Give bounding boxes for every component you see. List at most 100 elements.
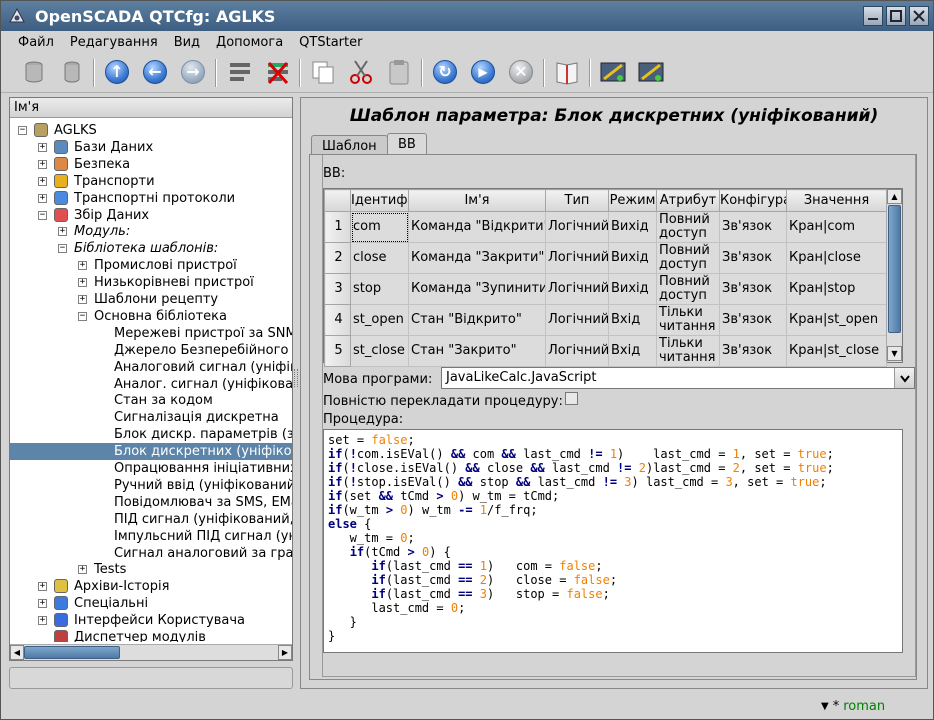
chevron-down-icon[interactable] (894, 368, 914, 388)
retranslate-checkbox[interactable] (565, 392, 578, 405)
scroll-down-icon[interactable]: ▼ (887, 346, 902, 361)
module-icon-1[interactable] (598, 57, 628, 87)
tree-item[interactable]: + Транспортні протоколи (10, 190, 292, 207)
stop-icon[interactable]: ✕ (506, 57, 536, 87)
tree-item[interactable]: + Низькорівневі пристрої (10, 274, 292, 291)
expand-icon[interactable]: + (38, 159, 47, 169)
column-header-id[interactable]: Ідентифікатор (350, 189, 409, 212)
menu-help[interactable]: Допомога (207, 35, 290, 50)
tree-item[interactable]: Джерело Безперебійного Живлення (10, 342, 292, 359)
table-cell[interactable]: Тільки читання (656, 335, 720, 367)
tree-item[interactable]: + Tests (10, 561, 292, 578)
minimize-icon[interactable] (863, 6, 883, 26)
table-scroll-thumb[interactable] (888, 205, 901, 333)
tree-item[interactable]: Блок дискр. параметрів (застарілий) (10, 426, 292, 443)
expand-icon[interactable]: + (58, 227, 67, 237)
tree-item[interactable]: + Безпека (10, 156, 292, 173)
tree-item[interactable]: Імпульсний ПІД сигнал (уніфікований) (10, 528, 292, 545)
scroll-up-icon[interactable]: ▲ (887, 189, 902, 204)
table-cell[interactable]: Повний доступ (656, 273, 720, 305)
table-cell[interactable]: Вхід (608, 304, 657, 336)
collapse-icon[interactable]: − (18, 126, 27, 135)
table-cell[interactable]: com (350, 211, 409, 243)
collapse-icon[interactable]: − (78, 311, 87, 321)
column-header-value[interactable]: Значення (786, 189, 887, 212)
tab-io[interactable]: ВВ (387, 133, 427, 156)
expand-icon[interactable]: + (38, 176, 47, 186)
delete-item-icon[interactable] (263, 57, 293, 87)
expand-icon[interactable]: + (78, 295, 87, 304)
tree-item[interactable]: − AGLKS (10, 122, 292, 139)
tree-item[interactable]: + Бази Даних (10, 139, 292, 156)
expand-icon[interactable]: + (38, 599, 47, 609)
table-cell[interactable]: Стан "Відкрито" (408, 304, 546, 336)
refresh-icon[interactable]: ↻ (430, 57, 460, 87)
table-cell[interactable]: Логічний (545, 335, 609, 367)
table-cell[interactable]: Зв'язок (719, 242, 787, 274)
menu-edit[interactable]: Редагування (61, 35, 165, 50)
table-cell[interactable]: Вхід (608, 335, 657, 367)
table-row[interactable]: 3 stop Команда "Зупинити" Логічний Вихід Повн… (324, 273, 887, 305)
tree-item[interactable]: + Промислові пристрої (10, 257, 292, 274)
expand-icon[interactable]: + (38, 616, 47, 626)
back-icon[interactable]: ← (140, 57, 170, 87)
table-cell[interactable]: Тільки читання (656, 304, 720, 336)
menu-file[interactable]: Файл (9, 35, 61, 50)
start-icon[interactable]: ▶ (468, 57, 498, 87)
expand-icon[interactable]: + (78, 278, 87, 288)
menu-view[interactable]: Вид (165, 35, 207, 50)
tree-item[interactable]: Сигнал аналоговий за границями (10, 545, 292, 562)
table-cell[interactable]: Вихід (608, 273, 657, 305)
add-item-icon[interactable] (225, 57, 255, 87)
table-cell[interactable]: Повний доступ (656, 242, 720, 274)
table-cell[interactable]: st_open (350, 304, 409, 336)
column-header-mode[interactable]: Режим (608, 189, 657, 212)
scroll-left-icon[interactable]: ◀ (10, 645, 24, 660)
column-header-name[interactable]: Ім'я (408, 189, 546, 212)
splitter-handle[interactable] (294, 369, 298, 387)
tree-item[interactable]: Сигналізація дискретна (10, 409, 292, 426)
table-cell[interactable]: Вихід (608, 211, 657, 243)
table-row[interactable]: 1 com Команда "Відкрити" Логічний Вихід Повни… (324, 211, 887, 243)
tree-item[interactable]: Диспетчер модулів (10, 629, 292, 642)
column-header-configuration[interactable]: Конфігурація (719, 189, 787, 212)
table-cell[interactable]: Зв'язок (719, 211, 787, 243)
table-cell[interactable]: Зв'язок (719, 335, 787, 367)
tree-item[interactable]: + Спеціальні (10, 595, 292, 612)
copy-icon[interactable] (308, 57, 338, 87)
table-cell[interactable]: Повний доступ (656, 211, 720, 243)
tree-item[interactable]: + Модуль: (10, 223, 292, 240)
forward-icon[interactable]: → (178, 57, 208, 87)
language-select[interactable]: JavaLikeCalc.JavaScript (441, 367, 915, 389)
tree-item[interactable]: − Основна бібліотека (10, 308, 292, 325)
maximize-icon[interactable] (886, 6, 906, 26)
tree-item[interactable]: Стан за кодом (10, 392, 292, 409)
table-cell[interactable]: st_close (350, 335, 409, 367)
tree-item[interactable]: + Шаблони рецепту (10, 291, 292, 308)
manual-icon[interactable] (552, 57, 582, 87)
tree-item[interactable]: Опрацювання ініціативних повідомлень (10, 460, 292, 477)
table-cell[interactable]: Кран|st_open (786, 304, 887, 336)
table-cell[interactable]: Кран|st_close (786, 335, 887, 367)
tree-item[interactable]: Ручний ввід (уніфікований) (10, 477, 292, 494)
table-cell[interactable]: Зв'язок (719, 304, 787, 336)
column-header-attribute[interactable]: Атрибут (656, 189, 720, 212)
expand-icon[interactable]: + (38, 582, 47, 592)
table-cell[interactable]: Логічний (545, 211, 609, 243)
table-row[interactable]: 4 st_open Стан "Відкрито" Логічний Вхід Тільк… (324, 304, 887, 336)
tree-header[interactable]: Ім'я (10, 98, 292, 118)
table-cell[interactable]: Вихід (608, 242, 657, 274)
table-cell[interactable]: Команда "Закрити" (408, 242, 546, 274)
paste-icon[interactable] (384, 57, 414, 87)
table-cell[interactable]: Логічний (545, 273, 609, 305)
scroll-right-icon[interactable]: ▶ (278, 645, 292, 660)
cut-icon[interactable] (346, 57, 376, 87)
procedure-editor[interactable]: set = false; if(!com.isEVal() && com && … (323, 429, 903, 653)
module-icon-2[interactable] (636, 57, 666, 87)
close-icon[interactable] (909, 6, 929, 26)
tree-item[interactable]: + Транспорти (10, 173, 292, 190)
column-header-type[interactable]: Тип (545, 189, 609, 212)
tree-item[interactable]: Повідомлювач за SMS, EMail (10, 494, 292, 511)
menu-qtstarter[interactable]: QTStarter (290, 35, 369, 50)
tree-item[interactable]: ПІД сигнал (уніфікований, стандарт) (10, 511, 292, 528)
